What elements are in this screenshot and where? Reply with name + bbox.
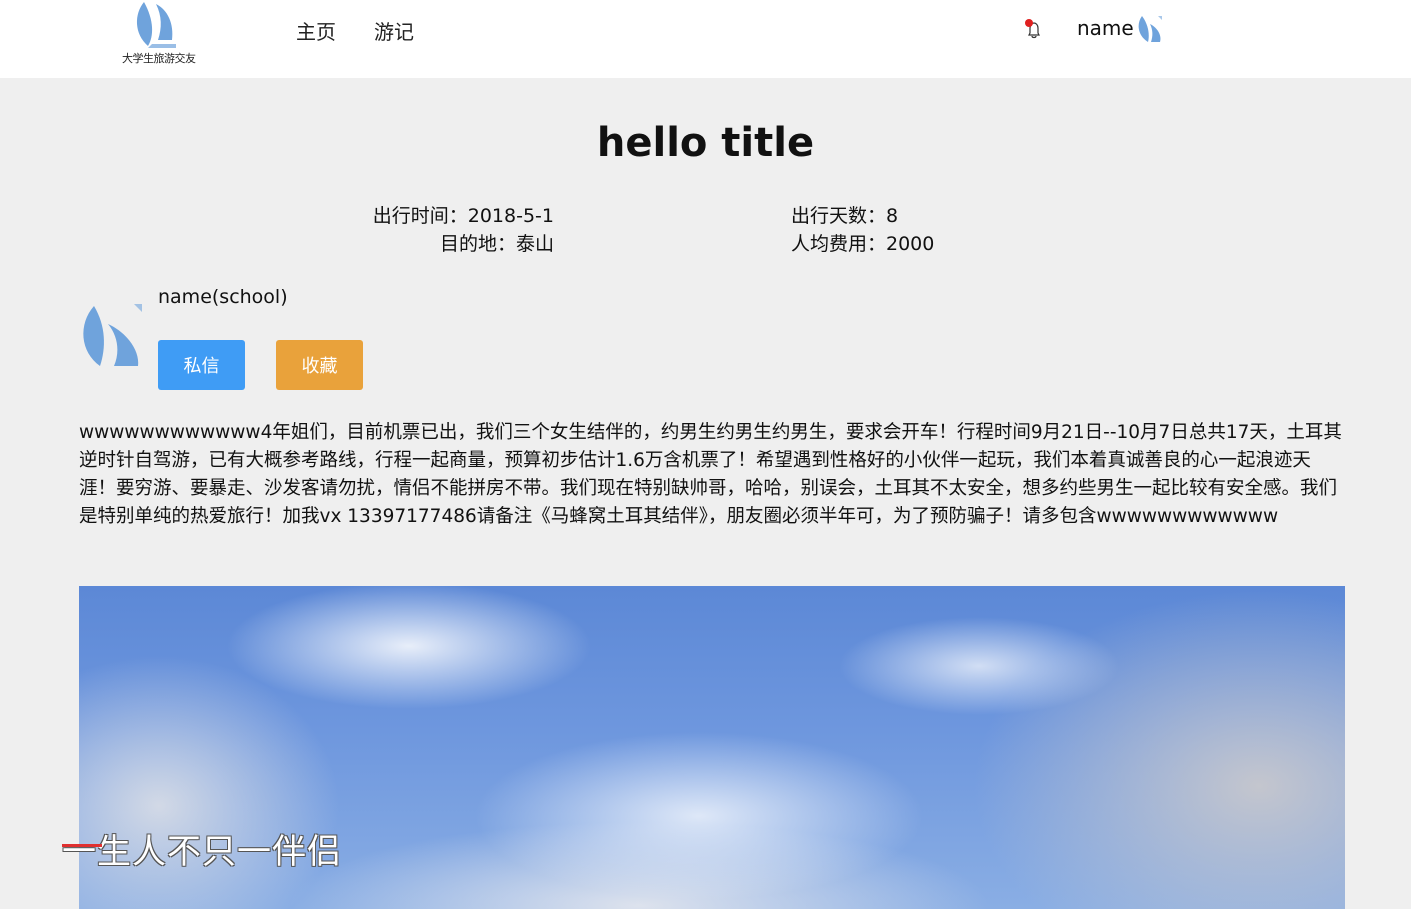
- photo-caption-text: 一生人不只一伴侣: [62, 832, 342, 872]
- notification-dot: [1025, 19, 1033, 27]
- author-avatar[interactable]: [78, 302, 144, 370]
- nav-travelogue[interactable]: 游记: [374, 16, 414, 45]
- site-logo[interactable]: 大学生旅游交友: [118, 0, 198, 70]
- nav-home[interactable]: 主页: [296, 16, 336, 45]
- destination: 目的地：泰山: [439, 233, 554, 255]
- author-avatar-icon: [83, 304, 142, 366]
- caption-accent-line: [62, 844, 102, 847]
- photo-caption: 一生人不只一伴侣: [62, 824, 342, 873]
- travel-time: 出行时间：2018-5-1: [372, 205, 554, 227]
- header-user-name[interactable]: name: [1077, 16, 1134, 40]
- avatar-sail-icon: [1138, 16, 1162, 42]
- main-nav: 主页 游记: [296, 16, 414, 45]
- notification-bell[interactable]: [1024, 19, 1044, 41]
- article-content: wwwwwwwwwwww4年姐们，目前机票已出，我们三个女生结伴的，约男生约男生…: [79, 422, 1342, 527]
- header-avatar[interactable]: [1136, 14, 1164, 44]
- cost-per-person: 人均费用：2000: [791, 233, 935, 255]
- travel-days: 出行天数：8: [791, 205, 899, 227]
- article-title: hello title: [596, 120, 815, 166]
- author-name: name(school): [158, 286, 288, 308]
- logo-text: 大学生旅游交友: [122, 52, 196, 65]
- trip-meta-right: 出行天数：8 人均费用：2000: [791, 202, 1091, 258]
- favorite-button[interactable]: 收藏: [276, 340, 363, 390]
- sail-logo-icon: [136, 2, 176, 48]
- private-message-button[interactable]: 私信: [158, 340, 245, 390]
- trip-meta-left: 出行时间：2018-5-1 目的地：泰山: [300, 202, 554, 258]
- top-navbar: 大学生旅游交友 主页 游记 name: [0, 0, 1411, 78]
